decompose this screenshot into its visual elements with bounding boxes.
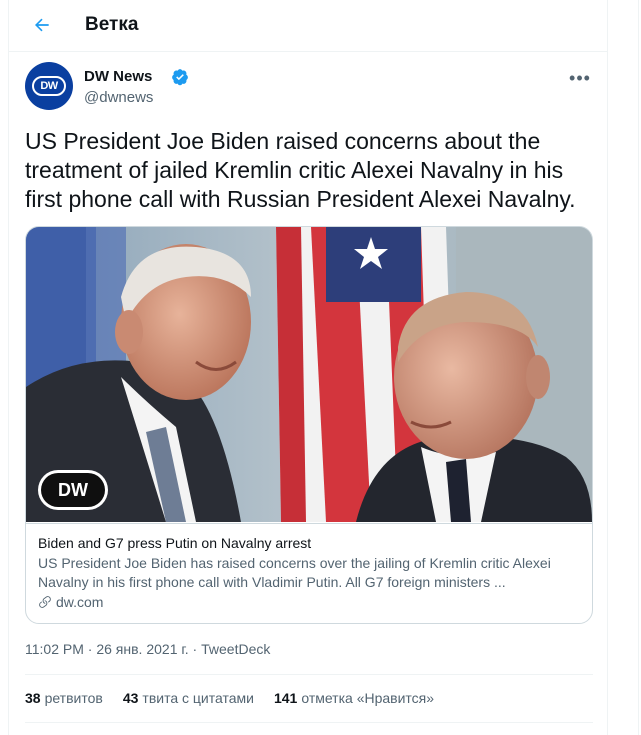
quotes-count: 43 [122,690,139,706]
author-handle[interactable]: @dwnews [84,89,153,106]
arrow-left-icon [35,18,49,32]
likes-count: 141 [273,690,298,706]
card-domain[interactable]: dw.com [56,594,103,610]
likes-stat[interactable]: 141 отметка «Нравится» [274,690,434,706]
quotes-stat[interactable]: 43 твита с цитатами [123,690,254,706]
thread-header: Ветка [9,0,607,52]
tweet-timestamp: 11:02 PM · 26 янв. 2021 г. · TweetDeck [25,641,270,657]
likes-label: отметка «Нравится» [301,690,435,706]
tweet-author: DW DW News @dwnews ••• [25,62,595,114]
more-horizontal-icon: ••• [569,67,591,88]
separator: · [87,641,93,657]
divider [25,722,593,723]
tweet-source[interactable]: TweetDeck [201,641,270,657]
dw-logo-icon: DW [38,470,108,510]
retweets-count: 38 [25,690,41,706]
retweets-label: ретвитов [44,690,103,706]
quotes-label: твита с цитатами [142,690,254,706]
card-title: Biden and G7 press Putin on Navalny arre… [38,535,312,551]
author-name[interactable]: DW News [84,68,152,85]
card-domain-row: dw.com [38,594,580,610]
verified-badge-icon [172,69,188,86]
avatar[interactable]: DW [25,62,73,110]
tweet-date[interactable]: 26 янв. 2021 г. [96,641,188,657]
card-meta: Biden and G7 press Putin on Navalny arre… [26,523,592,623]
timeline-column: Ветка DW DW News @dwnews ••• US Presiden… [8,0,608,735]
card-description: US President Joe Biden has raised concer… [38,555,551,590]
page-title: Ветка [85,14,139,35]
tweet-stats: 38 ретвитов 43 твита с цитатами 141 отметка… [25,690,434,706]
divider [25,674,593,675]
link-preview-card[interactable]: DW Biden and G7 press Putin on Navalny a… [25,226,593,624]
link-icon [39,596,51,608]
card-photo: DW [26,227,592,522]
more-options-button[interactable]: ••• [565,66,595,90]
separator: · [192,641,198,657]
card-image: DW [26,227,592,522]
retweets-stat[interactable]: 38 ретвитов [25,690,103,706]
svg-text:DW: DW [58,480,88,500]
tweet-time[interactable]: 11:02 PM [25,641,84,657]
tweet-text: US President Joe Biden raised concerns a… [25,128,576,212]
avatar-logo: DW [32,76,66,96]
back-button[interactable] [27,10,57,40]
